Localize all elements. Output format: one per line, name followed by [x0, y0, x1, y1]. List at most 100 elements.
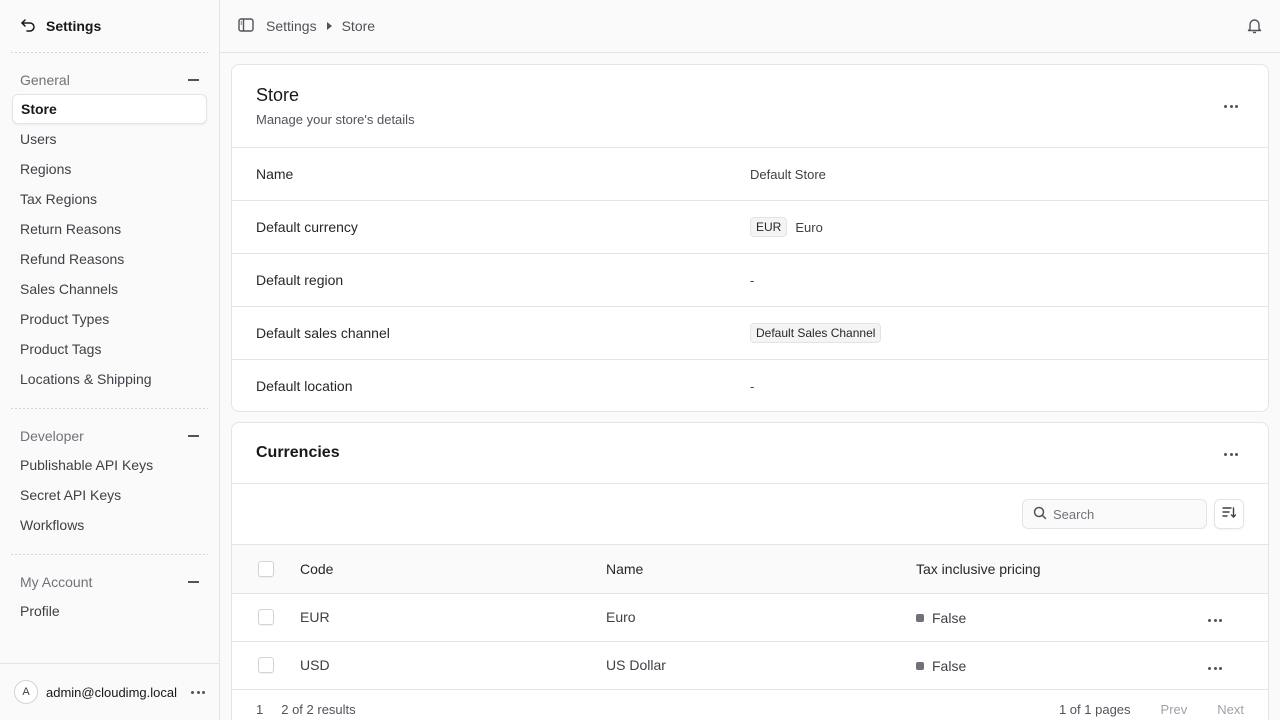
pager-results: 2 of 2 results — [281, 702, 356, 717]
sidebar-title: Settings — [46, 18, 102, 34]
column-header-tax-inclusive[interactable]: Tax inclusive pricing — [916, 545, 1208, 594]
store-card: Store Manage your store's details Name D… — [231, 64, 1269, 412]
table-row[interactable]: EUR Euro False — [232, 593, 1268, 642]
sidebar-item-return-reasons[interactable]: Return Reasons — [12, 214, 207, 244]
row-checkbox[interactable] — [258, 657, 274, 673]
select-all-checkbox[interactable] — [258, 560, 274, 577]
field-value: - — [750, 272, 755, 288]
table-row[interactable]: USD US Dollar False — [232, 641, 1268, 690]
table-header-row: Code Name Tax inclusive pricing — [232, 545, 1268, 594]
search-input[interactable] — [1053, 506, 1193, 522]
currencies-table: Code Name Tax inclusive pricing EUR Euro… — [232, 545, 1268, 690]
sidebar-toggle-icon[interactable] — [238, 17, 254, 35]
page-title: Store — [256, 85, 300, 105]
collapse-icon[interactable] — [188, 581, 199, 583]
more-horizontal-icon[interactable] — [191, 690, 205, 694]
sidebar-group-header[interactable]: Developer — [0, 422, 219, 450]
field-value: - — [750, 378, 755, 394]
topbar: Settings Store — [220, 0, 1280, 53]
row-checkbox[interactable] — [258, 609, 274, 625]
sidebar-item-secret-api-keys[interactable]: Secret API Keys — [12, 480, 207, 510]
breadcrumb: Settings Store — [266, 18, 375, 34]
sidebar-item-locations-shipping[interactable]: Locations & Shipping — [12, 364, 207, 394]
sidebar-group-label: Developer — [20, 428, 84, 444]
breadcrumb-settings[interactable]: Settings — [266, 18, 317, 34]
cell-name: Euro — [606, 593, 916, 642]
store-row-name: Name Default Store — [232, 147, 1268, 200]
sidebar-item-regions[interactable]: Regions — [12, 154, 207, 184]
bell-icon[interactable] — [1247, 18, 1262, 37]
sidebar-item-tax-regions[interactable]: Tax Regions — [12, 184, 207, 214]
sidebar: Settings General Store Users Regions Tax… — [0, 0, 220, 720]
collapse-icon[interactable] — [188, 79, 199, 81]
cell-name: US Dollar — [606, 641, 916, 690]
status-text: False — [932, 609, 967, 626]
sidebar-group-my-account: My Account Profile — [0, 555, 219, 626]
field-value: Default Sales Channel — [750, 323, 882, 343]
user-menu[interactable]: A admin@cloudimg.local — [0, 663, 219, 720]
store-row-location: Default location - — [232, 359, 1268, 412]
currency-badge: EUR — [750, 217, 788, 237]
more-horizontal-icon[interactable] — [1224, 453, 1238, 456]
currency-name: Euro — [795, 219, 823, 235]
search-box[interactable] — [1022, 499, 1207, 529]
cell-tax: False — [916, 593, 1208, 642]
sort-icon — [1222, 506, 1237, 522]
prev-button[interactable]: Prev — [1161, 702, 1188, 717]
cell-code: USD — [300, 641, 606, 690]
pager-pages: 1 of 1 pages — [1058, 702, 1131, 717]
sidebar-item-product-types[interactable]: Product Types — [12, 304, 207, 334]
store-row-currency: Default currency EUR Euro — [232, 200, 1268, 253]
back-arrow-icon[interactable] — [20, 17, 36, 36]
pager-start: 1 — [256, 702, 264, 717]
avatar: A — [14, 680, 38, 704]
sidebar-item-sales-channels[interactable]: Sales Channels — [12, 274, 207, 304]
sidebar-group-general: General Store Users Regions Tax Regions … — [0, 53, 219, 394]
sort-button[interactable] — [1214, 499, 1244, 529]
chevron-right-icon — [326, 22, 332, 30]
section-title: Currencies — [256, 444, 340, 461]
column-header-code[interactable]: Code — [300, 545, 606, 594]
sidebar-group-label: My Account — [20, 574, 93, 590]
status-dot — [916, 613, 924, 622]
select-all-cell — [232, 545, 300, 594]
field-label: Default region — [256, 272, 344, 288]
search-icon — [1033, 506, 1047, 523]
sidebar-header[interactable]: Settings — [0, 0, 219, 52]
user-email: admin@cloudimg.local — [46, 684, 177, 700]
page-subtitle: Manage your store's details — [256, 112, 415, 127]
sidebar-group-header[interactable]: General — [0, 66, 219, 94]
sidebar-group-developer: Developer Publishable API Keys Secret AP… — [0, 409, 219, 540]
status-dot — [916, 661, 924, 670]
field-label: Default location — [256, 378, 353, 394]
status-text: False — [932, 657, 967, 674]
more-horizontal-icon[interactable] — [1208, 667, 1222, 670]
more-horizontal-icon[interactable] — [1224, 105, 1238, 108]
collapse-icon[interactable] — [188, 435, 199, 437]
sidebar-item-product-tags[interactable]: Product Tags — [12, 334, 207, 364]
breadcrumb-store: Store — [341, 18, 376, 34]
currencies-card: Currencies Code Name Tax inclusive prici… — [231, 422, 1269, 720]
more-horizontal-icon[interactable] — [1208, 619, 1222, 622]
sidebar-group-label: General — [20, 72, 70, 88]
column-header-name[interactable]: Name — [606, 545, 916, 594]
sidebar-group-header[interactable]: My Account — [0, 568, 219, 596]
field-label: Name — [256, 166, 294, 182]
cell-code: EUR — [300, 593, 606, 642]
store-row-region: Default region - — [232, 253, 1268, 306]
store-row-sales-channel: Default sales channel Default Sales Chan… — [232, 306, 1268, 359]
field-value: Default Store — [750, 167, 826, 182]
cell-tax: False — [916, 641, 1208, 690]
field-value: EUR Euro — [750, 217, 823, 237]
pagination: 1 2 of 2 results 1 of 1 pages Prev Next — [232, 690, 1268, 720]
next-button[interactable]: Next — [1217, 702, 1244, 717]
sales-channel-badge[interactable]: Default Sales Channel — [750, 323, 882, 343]
sidebar-item-store[interactable]: Store — [12, 94, 207, 124]
sidebar-item-refund-reasons[interactable]: Refund Reasons — [12, 244, 207, 274]
sidebar-item-publishable-api-keys[interactable]: Publishable API Keys — [12, 450, 207, 480]
sidebar-item-profile[interactable]: Profile — [12, 596, 207, 626]
sidebar-item-workflows[interactable]: Workflows — [12, 510, 207, 540]
field-label: Default sales channel — [256, 325, 390, 341]
field-label: Default currency — [256, 219, 358, 235]
sidebar-item-users[interactable]: Users — [12, 124, 207, 154]
